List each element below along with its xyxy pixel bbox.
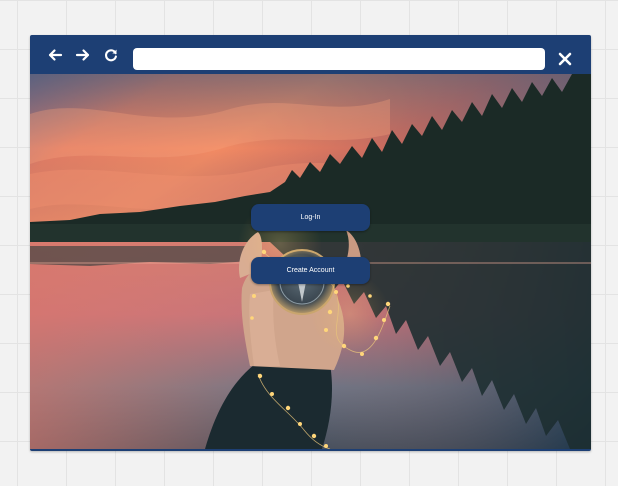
close-icon	[558, 52, 572, 66]
reload-button[interactable]	[103, 47, 119, 63]
create-account-button[interactable]: Create Account	[251, 257, 370, 284]
reload-icon	[105, 49, 117, 62]
page-viewport: Log-In Create Account	[30, 74, 591, 449]
forward-button[interactable]	[75, 47, 91, 63]
arrow-right-icon	[75, 49, 90, 61]
browser-toolbar	[30, 35, 591, 74]
back-button[interactable]	[47, 47, 63, 63]
address-bar-input[interactable]	[133, 48, 545, 70]
browser-window: Log-In Create Account	[30, 35, 591, 451]
close-button[interactable]	[558, 52, 572, 66]
login-button[interactable]: Log-In	[251, 204, 370, 231]
arrow-left-icon	[48, 49, 63, 61]
